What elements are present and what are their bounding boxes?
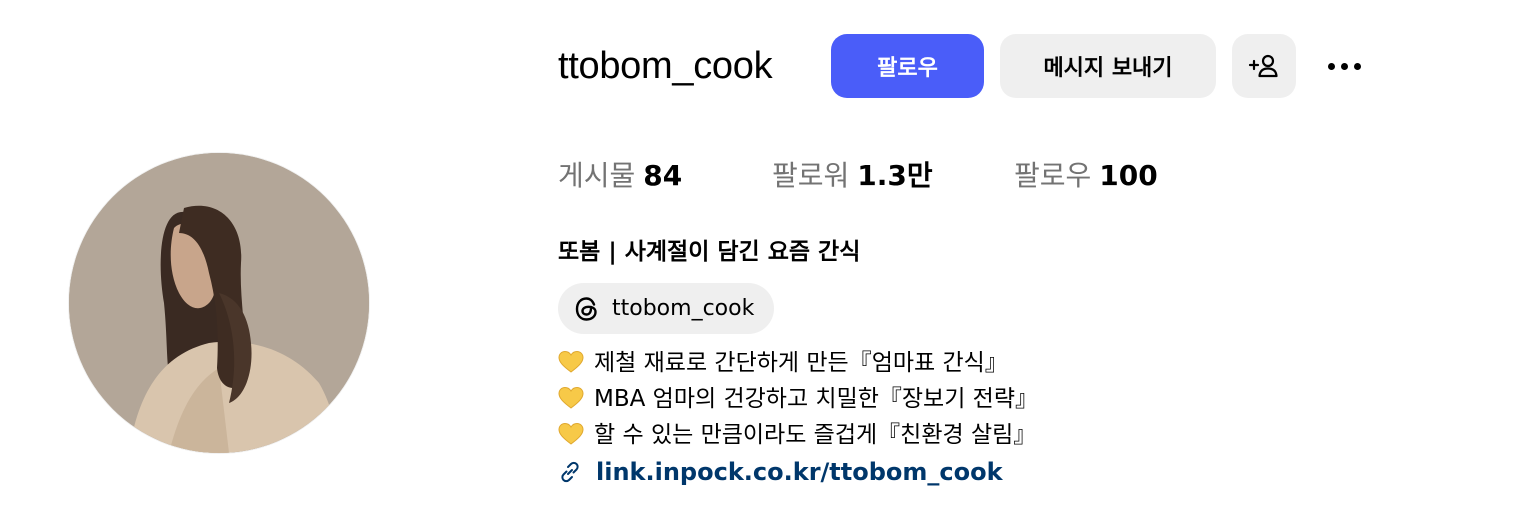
yellow-heart-icon [558, 422, 584, 445]
bio-line: 할 수 있는 만큼이라도 즐겁게『친환경 살림』 [558, 418, 1036, 452]
follow-button[interactable]: 팔로우 [831, 34, 984, 98]
bio-line: 제철 재료로 간단하게 만든『엄마표 간식』 [558, 346, 1008, 380]
following-label: 팔로우 [1014, 159, 1092, 192]
followers-count[interactable]: 팔로워 1.3만 [772, 157, 933, 195]
avatar-photo [69, 153, 369, 453]
following-value: 100 [1099, 159, 1158, 192]
followers-value: 1.3만 [857, 159, 933, 192]
bio-line-text: 할 수 있는 만큼이라도 즐겁게『친환경 살림』 [594, 422, 1037, 448]
bio-external-link[interactable]: link.inpock.co.kr/ttobom_cook [558, 455, 1003, 489]
bio-line-text: 제철 재료로 간단하게 만든『엄마표 간식』 [594, 350, 1008, 376]
profile-avatar[interactable] [69, 153, 369, 453]
more-options-icon[interactable] [1318, 50, 1370, 82]
bio-line: MBA 엄마의 건강하고 치밀한『장보기 전략』 [558, 382, 1038, 416]
followers-label: 팔로워 [772, 159, 850, 192]
following-count[interactable]: 팔로우 100 [1014, 157, 1158, 195]
suggest-accounts-button[interactable] [1232, 34, 1296, 98]
message-button[interactable]: 메시지 보내기 [1000, 34, 1216, 98]
posts-count: 게시물 84 [558, 157, 682, 195]
threads-handle: ttobom_cook [612, 296, 755, 321]
profile-display-name: 또봄 | 사계절이 담긴 요즘 간식 [558, 239, 861, 265]
more-dot [1340, 62, 1348, 70]
yellow-heart-icon [558, 350, 584, 373]
threads-icon [575, 296, 597, 321]
add-person-icon [1248, 54, 1278, 78]
threads-link-chip[interactable]: ttobom_cook [558, 283, 774, 334]
bio-link-text[interactable]: link.inpock.co.kr/ttobom_cook [596, 458, 1003, 486]
link-icon [561, 461, 579, 483]
more-dot [1327, 62, 1335, 70]
yellow-heart-icon [558, 386, 584, 409]
posts-label: 게시물 [558, 159, 636, 192]
posts-value: 84 [643, 159, 683, 192]
bio-line-text: MBA 엄마의 건강하고 치밀한『장보기 전략』 [594, 386, 1039, 412]
profile-username: ttobom_cook [558, 45, 773, 87]
more-dot [1353, 62, 1361, 70]
